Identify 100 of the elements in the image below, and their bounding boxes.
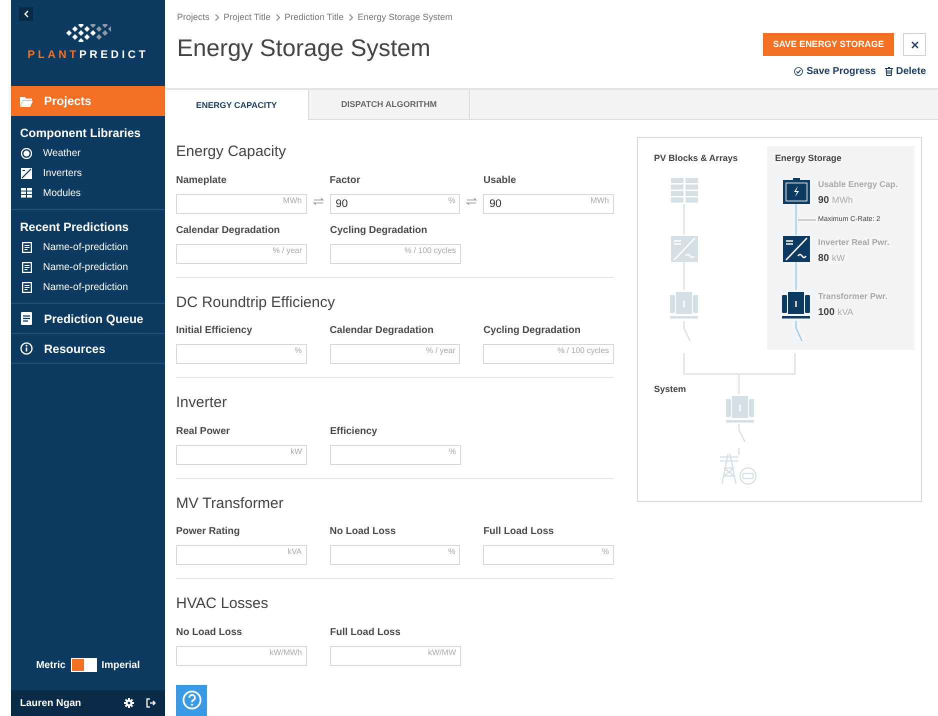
chevron-left-icon: [24, 10, 28, 18]
field-label: Calendar Degradation: [176, 224, 281, 236]
field-label: Usable: [483, 174, 518, 186]
input-field[interactable]: [330, 244, 461, 264]
help-button[interactable]: [176, 684, 207, 716]
inverter-icon: [21, 168, 32, 178]
close-button[interactable]: [903, 33, 926, 56]
breadcrumb-link[interactable]: Prediction Title: [284, 11, 344, 24]
connector-line: [795, 320, 803, 342]
field-label: Real Power: [176, 424, 231, 438]
solar-panel-icon: [671, 178, 698, 203]
storage-value: 90 MWh: [818, 194, 854, 208]
connector-line: [683, 261, 685, 291]
field-label: Cycling Degradation: [483, 324, 582, 337]
document-icon: [21, 312, 32, 325]
breadcrumb-link[interactable]: Project Title: [224, 11, 271, 24]
section-title: MV Transformer: [176, 494, 285, 514]
unit-label: kVA: [288, 547, 302, 557]
nav-item[interactable]: Resources: [11, 334, 165, 364]
save-progress-link[interactable]: Save Progress: [794, 64, 876, 79]
unit-label: %: [294, 346, 302, 356]
input-field[interactable]: [176, 344, 307, 364]
nav-heading: Component Libraries: [19, 125, 142, 142]
unit-label: % / 100 cycles: [557, 346, 610, 356]
input-field[interactable]: [176, 244, 307, 264]
input-field[interactable]: [176, 194, 307, 214]
connector-line: [683, 320, 691, 342]
nav-item[interactable]: Name-of-prediction: [11, 257, 165, 277]
field-label: No Load Loss: [330, 525, 397, 538]
logo-icon: [65, 24, 111, 42]
field-label: Full Load Loss: [330, 626, 402, 638]
field-label: Efficiency: [330, 424, 378, 438]
transformer-icon: [726, 395, 754, 423]
close-icon: [910, 40, 918, 48]
input-field[interactable]: [330, 344, 460, 364]
nav-item[interactable]: Prediction Queue: [11, 304, 165, 334]
chevron-right-icon: [276, 14, 280, 22]
input-field[interactable]: [176, 444, 307, 464]
section-title: DC Roundtrip Efficiency: [176, 292, 336, 312]
info-icon: [20, 342, 33, 355]
unit-label: Metric: [36, 658, 66, 672]
transformer-icon: [782, 291, 810, 319]
nav-item[interactable]: Name-of-prediction: [11, 277, 165, 297]
field-label: Factor: [330, 174, 362, 186]
document-icon: [22, 242, 32, 252]
power-tower-icon: [719, 452, 759, 485]
tab[interactable]: ENERGY CAPACITY: [165, 90, 309, 120]
field-label: Nameplate: [176, 174, 228, 186]
document-icon: [22, 282, 32, 292]
field-label: Initial Efficiency: [176, 324, 254, 337]
column-title: Energy Storage: [775, 152, 842, 165]
input-field[interactable]: [176, 646, 307, 666]
input-field[interactable]: [330, 444, 461, 464]
leader-line: [797, 219, 817, 221]
connector-line: [738, 447, 740, 456]
check-circle-icon: [794, 67, 804, 76]
logout-icon[interactable]: [146, 698, 156, 708]
nav-item[interactable]: Inverters: [11, 163, 165, 183]
input-field[interactable]: [483, 344, 614, 364]
nav-item[interactable]: Modules: [11, 183, 165, 203]
breadcrumb-link[interactable]: Projects: [177, 11, 210, 24]
unit-label: %: [602, 547, 610, 557]
delete-link[interactable]: Delete: [884, 64, 926, 79]
connector-line: [795, 261, 797, 291]
input-field[interactable]: [176, 545, 307, 565]
input-field[interactable]: [330, 545, 460, 565]
unit-label: %: [448, 547, 456, 557]
input-field[interactable]: [330, 646, 461, 666]
unit-label: kW/MW: [428, 648, 456, 658]
unit-label: % / 100 cycles: [404, 246, 456, 256]
chevron-right-icon: [214, 14, 219, 22]
tab[interactable]: DISPATCH ALGORITHM: [309, 90, 470, 120]
folder-icon: [20, 96, 33, 106]
unit-label: %: [448, 196, 456, 206]
storage-label: Inverter Real Pwr.: [818, 236, 890, 249]
help-icon: [182, 690, 202, 710]
trash-icon: [884, 67, 893, 76]
solar-panel-icon: [21, 188, 32, 198]
input-field[interactable]: [483, 545, 614, 565]
settings-icon[interactable]: [124, 698, 134, 708]
transformer-icon: [670, 291, 698, 319]
connector-line: [683, 203, 685, 236]
unit-toggle[interactable]: [70, 658, 97, 672]
section-title: HVAC Losses: [176, 594, 270, 614]
section-title: Energy Capacity: [176, 142, 288, 162]
breadcrumb-link[interactable]: Energy Storage System: [358, 11, 453, 24]
unit-label: % / year: [426, 346, 456, 356]
sun-icon: [21, 148, 32, 158]
chevron-right-icon: [348, 14, 353, 22]
nav-item[interactable]: Name-of-prediction: [11, 237, 165, 257]
field-label: Power Rating: [176, 525, 241, 538]
nav-heading: Recent Predictions: [19, 219, 130, 236]
nav-item[interactable]: Weather: [11, 143, 165, 163]
collapse-button[interactable]: [19, 7, 33, 21]
inverter-icon: [783, 236, 810, 262]
unit-label: Imperial: [102, 658, 140, 672]
brand-name: PLANT PREDICT: [28, 48, 148, 63]
unit-label: MWh: [590, 196, 610, 206]
unit-label: kW/MWh: [270, 648, 302, 658]
column-title: PV Blocks & Arrays: [654, 152, 738, 165]
